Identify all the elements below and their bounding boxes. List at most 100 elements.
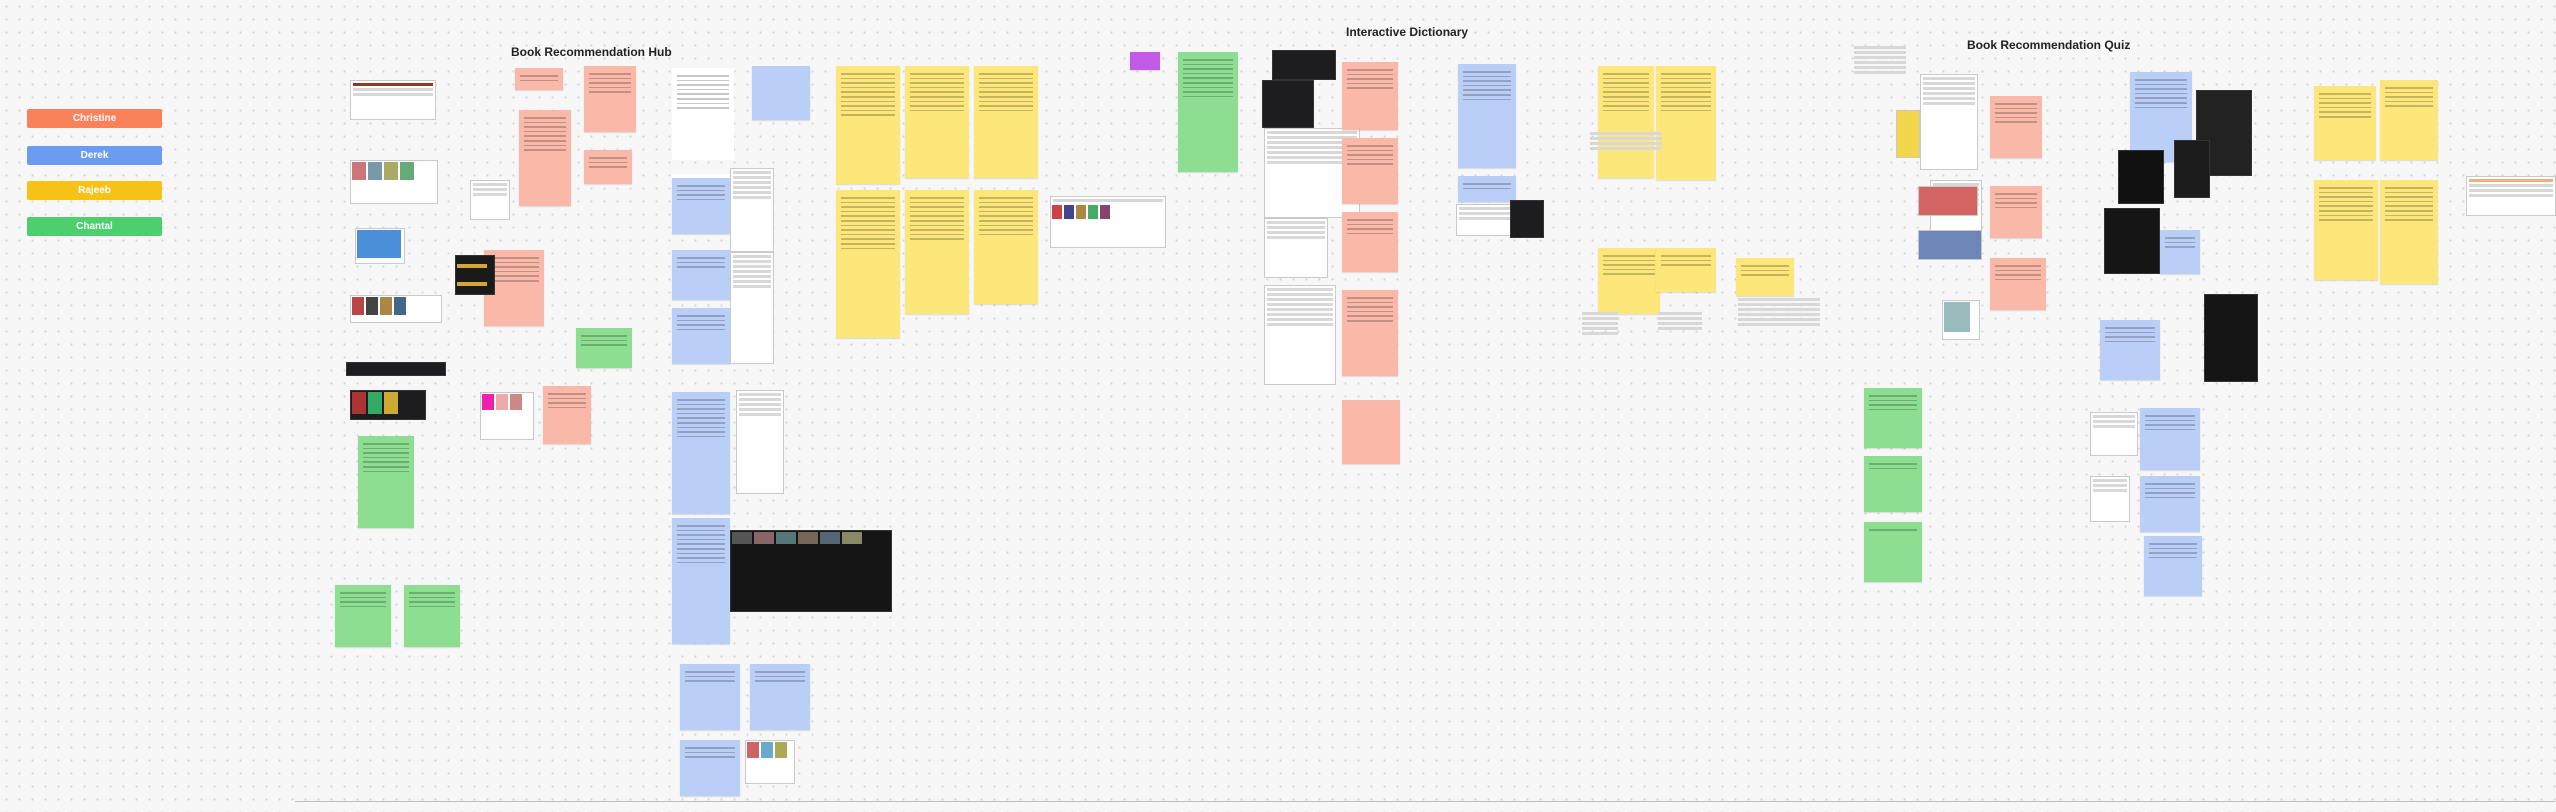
screenshot-thumbnail[interactable]	[1272, 50, 1336, 80]
sticky-note[interactable]	[1342, 290, 1398, 376]
legend-chantal: Chantal	[27, 217, 162, 236]
sticky-note[interactable]	[1990, 186, 2042, 238]
screenshot-thumbnail[interactable]	[730, 168, 774, 252]
screenshot-thumbnail[interactable]	[2090, 412, 2138, 456]
sticky-note[interactable]	[905, 190, 969, 314]
sticky-note[interactable]	[836, 66, 900, 184]
screenshot-thumbnail[interactable]	[1896, 110, 1920, 158]
legend-label: Rajeeb	[78, 185, 111, 196]
screenshot-thumbnail[interactable]	[1262, 80, 1314, 128]
section-title-dictionary: Interactive Dictionary	[1346, 25, 1469, 39]
sticky-note[interactable]	[1864, 388, 1922, 448]
sticky-note[interactable]	[2140, 408, 2200, 470]
screenshot-thumbnail[interactable]	[470, 180, 510, 220]
sticky-note[interactable]	[1342, 62, 1398, 130]
canvas-divider	[295, 801, 2555, 802]
screenshot-thumbnail[interactable]	[350, 160, 438, 204]
sticky-note[interactable]	[1598, 248, 1660, 314]
sticky-note[interactable]	[576, 328, 632, 368]
sticky-note[interactable]	[1342, 400, 1400, 464]
sticky-note[interactable]	[974, 190, 1038, 304]
sticky-note[interactable]	[1178, 52, 1238, 172]
screenshot-thumbnail[interactable]	[1920, 74, 1978, 170]
sticky-note[interactable]	[1990, 96, 2042, 158]
screenshot-thumbnail[interactable]	[1264, 218, 1328, 278]
screenshot-thumbnail[interactable]	[1264, 285, 1336, 385]
sticky-note[interactable]	[680, 740, 740, 796]
screenshot-thumbnail[interactable]	[2466, 176, 2556, 216]
screenshot-thumbnail[interactable]	[1456, 204, 1518, 236]
screenshot-thumbnail[interactable]	[2204, 294, 2258, 382]
sticky-note[interactable]	[1130, 52, 1160, 70]
screenshot-thumbnail[interactable]	[745, 740, 795, 784]
sticky-note[interactable]	[543, 386, 591, 444]
sticky-note[interactable]	[335, 585, 391, 647]
sticky-note[interactable]	[974, 66, 1038, 178]
sticky-note[interactable]	[750, 664, 810, 730]
screenshot-thumbnail[interactable]	[730, 252, 774, 364]
screenshot-thumbnail[interactable]	[455, 255, 495, 295]
sticky-note[interactable]	[672, 68, 734, 160]
screenshot-thumbnail[interactable]	[350, 295, 442, 323]
sticky-note[interactable]	[404, 585, 460, 647]
screenshot-thumbnail[interactable]	[1852, 44, 1908, 100]
sticky-note[interactable]	[1990, 258, 2046, 310]
sticky-note[interactable]	[1342, 212, 1398, 272]
screenshot-thumbnail[interactable]	[2104, 208, 2160, 274]
screenshot-thumbnail[interactable]	[346, 362, 446, 376]
sticky-note[interactable]	[905, 66, 969, 178]
sticky-note[interactable]	[836, 190, 900, 338]
sticky-note[interactable]	[2380, 180, 2438, 284]
sticky-note[interactable]	[2380, 80, 2438, 160]
legend-rajeeb: Rajeeb	[27, 181, 162, 200]
sticky-note[interactable]	[672, 250, 730, 300]
sticky-note[interactable]	[2314, 86, 2376, 160]
sticky-note[interactable]	[519, 110, 571, 206]
sticky-note[interactable]	[515, 68, 563, 90]
screenshot-thumbnail[interactable]	[1942, 300, 1980, 340]
screenshot-thumbnail[interactable]	[1918, 230, 1982, 260]
sticky-note[interactable]	[672, 518, 730, 644]
screenshot-thumbnail[interactable]	[350, 390, 426, 420]
legend-label: Chantal	[76, 221, 113, 232]
sticky-note[interactable]	[2160, 230, 2200, 274]
sticky-note[interactable]	[2144, 536, 2202, 596]
sticky-note[interactable]	[1864, 456, 1922, 512]
sticky-note[interactable]	[584, 150, 632, 184]
screenshot-thumbnail[interactable]	[480, 392, 534, 440]
screenshot-thumbnail[interactable]	[1918, 186, 1978, 216]
sticky-note[interactable]	[584, 66, 636, 132]
sticky-note[interactable]	[358, 436, 414, 528]
screenshot-thumbnail[interactable]	[1510, 200, 1544, 238]
screenshot-thumbnail[interactable]	[2090, 476, 2130, 522]
screenshot-thumbnail[interactable]	[1050, 196, 1166, 248]
sticky-note[interactable]	[1458, 64, 1516, 168]
sticky-note[interactable]	[1864, 522, 1922, 582]
sticky-note[interactable]	[752, 66, 810, 120]
sticky-note[interactable]	[672, 392, 730, 514]
screenshot-thumbnail[interactable]	[2174, 140, 2210, 198]
legend-label: Derek	[80, 150, 109, 161]
sticky-note[interactable]	[1656, 248, 1716, 292]
screenshot-thumbnail[interactable]	[355, 228, 405, 264]
sticky-note[interactable]	[1458, 176, 1516, 202]
sticky-note[interactable]	[2314, 180, 2378, 280]
screenshot-thumbnail[interactable]	[1588, 130, 1664, 172]
sticky-note[interactable]	[2100, 320, 2160, 380]
legend-christine: Christine	[27, 109, 162, 128]
screenshot-thumbnail[interactable]	[730, 530, 892, 612]
section-title-hub: Book Recommendation Hub	[511, 45, 672, 59]
sticky-note[interactable]	[1736, 258, 1794, 296]
sticky-note[interactable]	[680, 664, 740, 730]
sticky-note[interactable]	[2140, 476, 2200, 532]
sticky-note[interactable]	[672, 178, 730, 234]
screenshot-thumbnail[interactable]	[1736, 296, 1822, 362]
sticky-note[interactable]	[672, 308, 730, 364]
screenshot-thumbnail[interactable]	[1656, 310, 1704, 370]
sticky-note[interactable]	[1656, 66, 1716, 180]
screenshot-thumbnail[interactable]	[2118, 150, 2164, 204]
screenshot-thumbnail[interactable]	[1580, 310, 1620, 376]
screenshot-thumbnail[interactable]	[736, 390, 784, 494]
sticky-note[interactable]	[1342, 138, 1398, 204]
screenshot-thumbnail[interactable]	[350, 80, 436, 120]
